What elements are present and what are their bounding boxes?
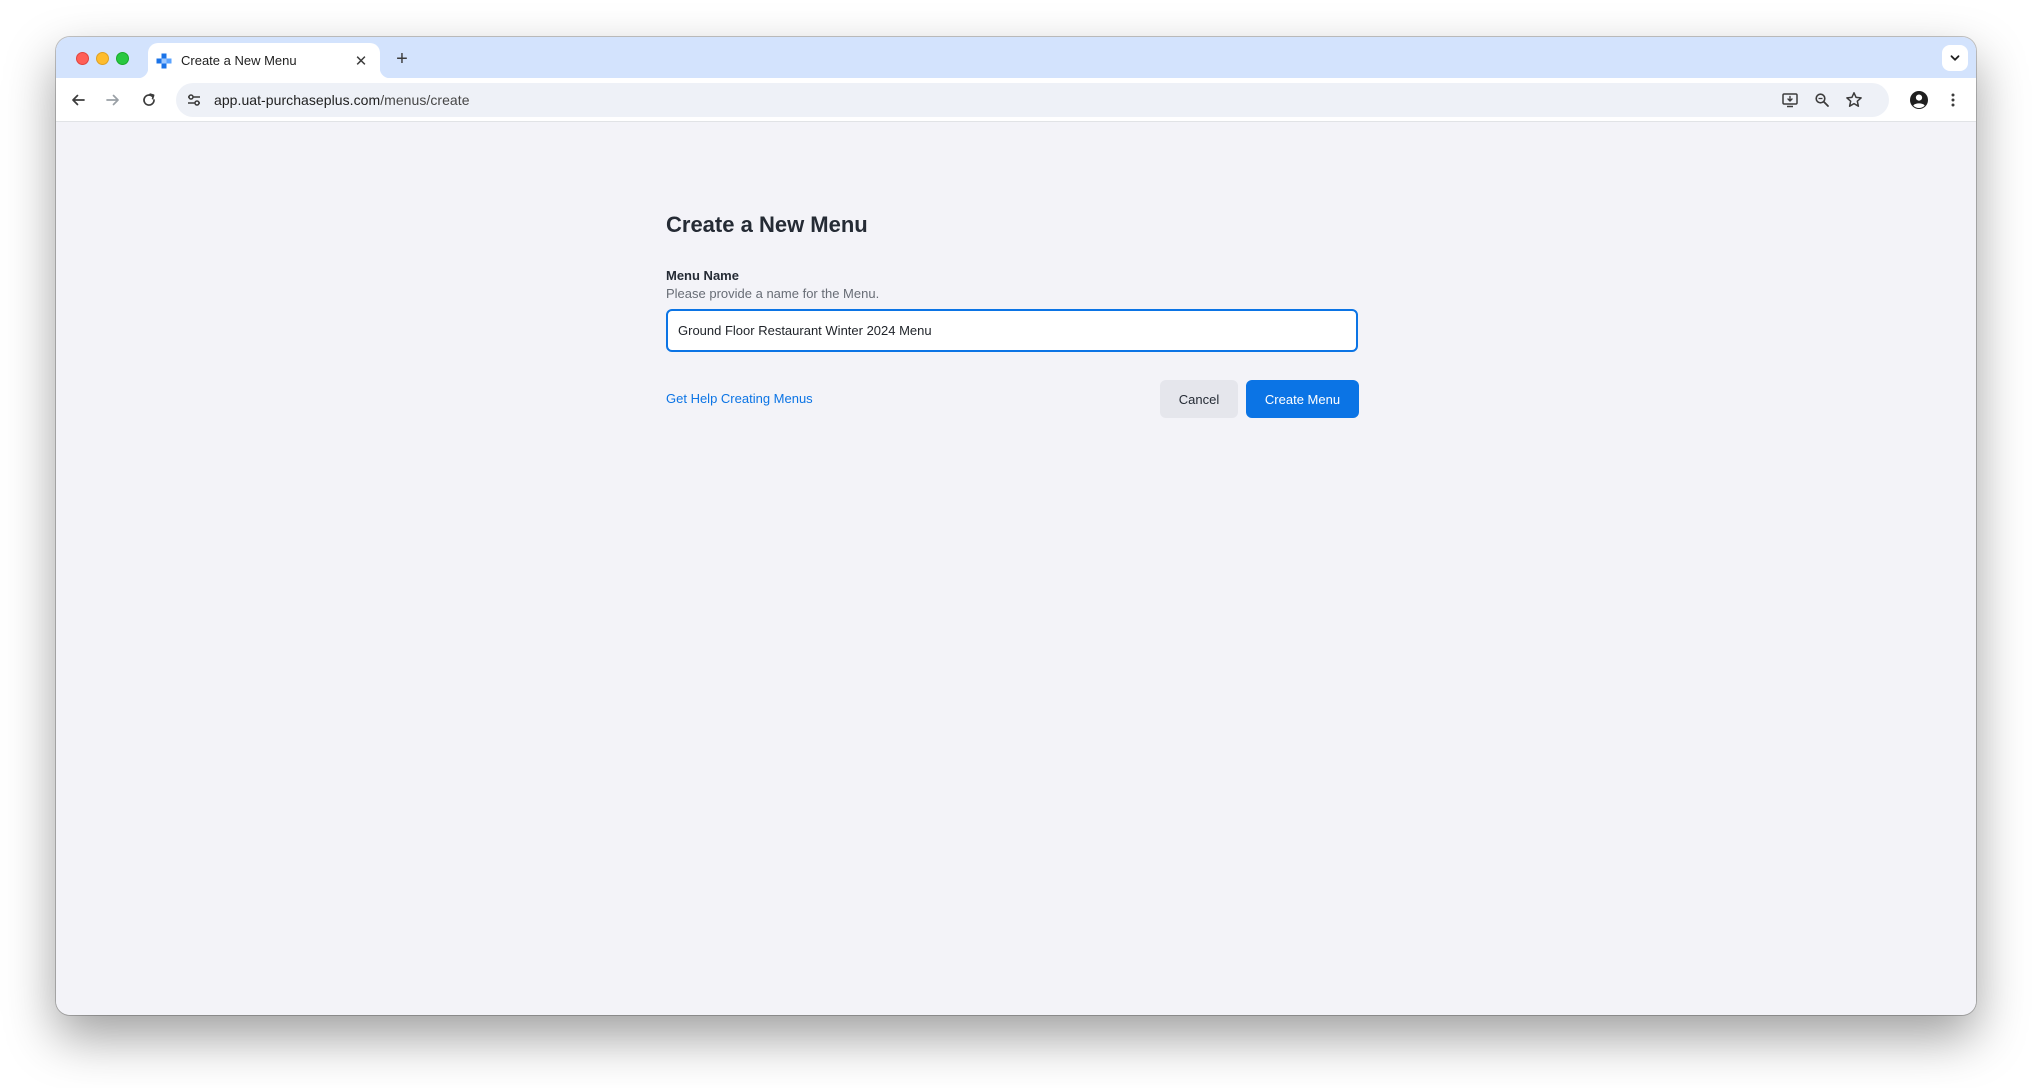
reload-icon [143,93,155,106]
site-info-icon [188,94,200,106]
browser-window: Create a New Menu ✕ + app.uat-purchasepl… [56,37,1976,1015]
profile-button[interactable] [1904,85,1934,115]
url-text: app.uat-purchaseplus.com/menus/create [214,92,470,108]
forward-button[interactable] [98,85,128,115]
menu-name-help-text: Please provide a name for the Menu. [666,286,880,301]
menu-kebab-icon [1951,93,1955,107]
window-maximize-button[interactable] [116,52,129,65]
reload-button[interactable] [134,85,164,115]
tab-strip: Create a New Menu ✕ + [56,37,1976,78]
back-arrow-icon [72,94,85,106]
page-content: Create a New Menu Menu Name Please provi… [56,123,1976,1015]
menu-name-label: Menu Name [666,268,739,283]
url-host: app.uat-purchaseplus.com [214,92,381,108]
browser-menu-button[interactable] [1938,85,1968,115]
site-info-button[interactable] [180,86,208,114]
tab-search-button[interactable] [1942,45,1968,71]
favicon [156,53,172,68]
browser-tab-active[interactable]: Create a New Menu ✕ [138,43,390,78]
tab-search-chevron-icon [1950,55,1960,61]
page-title: Create a New Menu [666,212,868,237]
browser-toolbar: app.uat-purchaseplus.com/menus/create [56,78,1976,122]
profile-icon [1910,91,1928,109]
tab-close-icon[interactable]: ✕ [352,52,370,70]
zoom-icon [1815,93,1829,107]
bookmark-button[interactable] [1839,85,1869,115]
bookmark-star-icon [1846,92,1862,107]
new-tab-button[interactable]: + [390,47,414,71]
install-app-icon [1782,93,1798,108]
help-creating-menus-link[interactable]: Get Help Creating Menus [666,391,813,406]
cancel-button[interactable]: Cancel [1160,380,1238,418]
window-minimize-button[interactable] [96,52,109,65]
install-app-button[interactable] [1775,85,1805,115]
url-path: /menus/create [380,92,470,108]
menu-name-input[interactable] [666,309,1358,352]
tab-title: Create a New Menu [181,53,297,68]
forward-arrow-icon [106,94,119,106]
zoom-button[interactable] [1807,85,1837,115]
back-button[interactable] [63,85,93,115]
create-menu-button[interactable]: Create Menu [1246,380,1359,418]
address-bar[interactable]: app.uat-purchaseplus.com/menus/create [176,83,1889,117]
window-close-button[interactable] [76,52,89,65]
